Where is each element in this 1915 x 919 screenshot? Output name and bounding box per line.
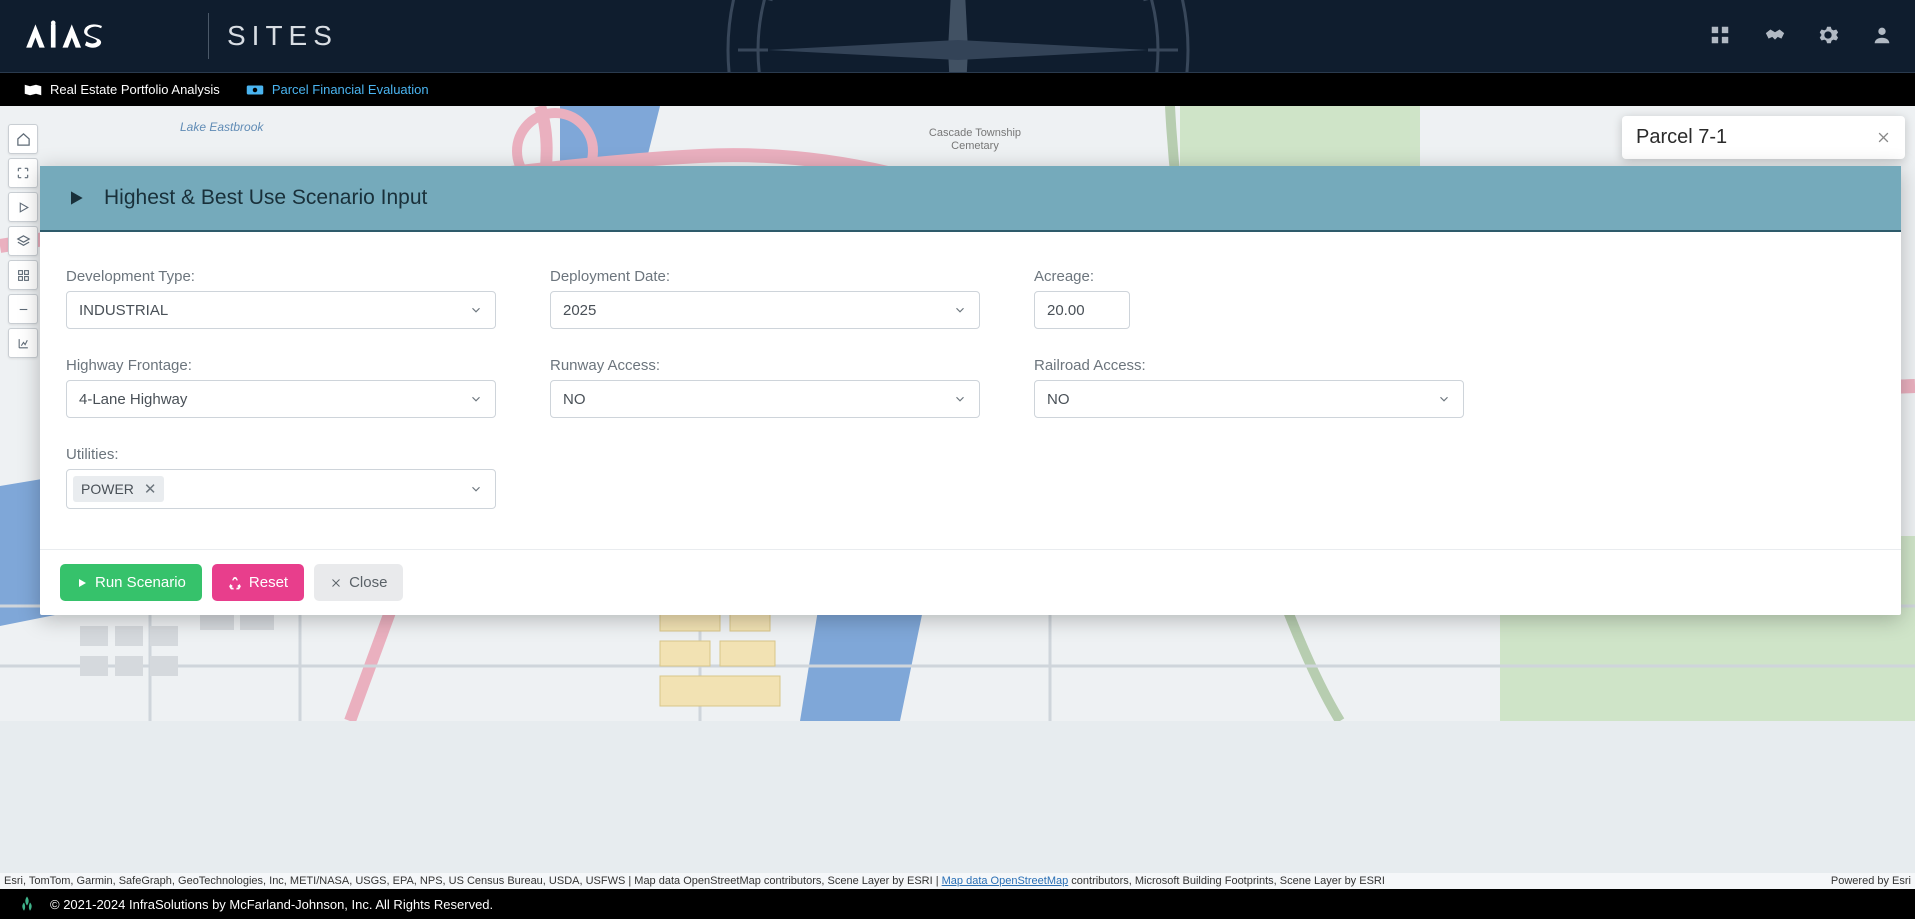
development-type-select[interactable]: INDUSTRIAL	[66, 291, 496, 329]
chevron-down-icon	[469, 303, 483, 317]
button-label: Close	[349, 574, 387, 591]
button-label: Run Scenario	[95, 574, 186, 591]
chart-button[interactable]	[8, 328, 38, 358]
utilities-tag: POWER ✕	[73, 476, 164, 502]
parcel-card: Parcel 7-1	[1622, 116, 1905, 159]
nav-label: Real Estate Portfolio Analysis	[50, 82, 220, 97]
label: Railroad Access:	[1034, 357, 1464, 374]
svg-text:Lake Eastbrook: Lake Eastbrook	[180, 120, 264, 134]
nav-label: Parcel Financial Evaluation	[272, 82, 429, 97]
logo-main	[20, 20, 190, 52]
acreage-input[interactable]: 20.00	[1034, 291, 1130, 329]
header-actions	[1709, 24, 1895, 48]
attribution-link[interactable]: Map data OpenStreetMap	[942, 875, 1069, 887]
logo-sub: SITES	[227, 20, 338, 52]
field-development-type: Development Type: INDUSTRIAL	[66, 268, 496, 329]
chevron-down-icon	[953, 392, 967, 406]
field-railroad-access: Railroad Access: NO	[1034, 357, 1464, 418]
footer-text: © 2021-2024 InfraSolutions by McFarland-…	[50, 897, 493, 912]
user-icon[interactable]	[1871, 24, 1895, 48]
minus-button[interactable]	[8, 294, 38, 324]
field-highway-frontage: Highway Frontage: 4-Lane Highway	[66, 357, 496, 418]
handshake-icon[interactable]	[1763, 24, 1787, 48]
utilities-select[interactable]: POWER ✕	[66, 469, 496, 509]
map-area[interactable]: Lake Eastbrook Cascade Township Cemetary…	[0, 106, 1915, 889]
label: Utilities:	[66, 446, 496, 463]
tag-label: POWER	[81, 481, 134, 497]
runway-access-select[interactable]: NO	[550, 380, 980, 418]
scenario-footer: Run Scenario Reset Close	[40, 549, 1901, 615]
scenario-header: Highest & Best Use Scenario Input	[40, 166, 1901, 232]
chevron-down-icon	[469, 392, 483, 406]
attribution-right: Powered by Esri	[1831, 875, 1911, 887]
scenario-body: Development Type: INDUSTRIAL Deployment …	[40, 232, 1901, 549]
svg-text:Cascade Township: Cascade Township	[929, 127, 1021, 139]
recycle-icon	[228, 576, 242, 590]
remove-tag-icon[interactable]: ✕	[144, 480, 157, 498]
field-runway-access: Runway Access: NO	[550, 357, 980, 418]
parcel-title: Parcel 7-1	[1636, 126, 1727, 149]
deployment-date-select[interactable]: 2025	[550, 291, 980, 329]
highway-frontage-select[interactable]: 4-Lane Highway	[66, 380, 496, 418]
grid-button[interactable]	[8, 260, 38, 290]
brand-separator	[208, 13, 209, 59]
app-header: SITES	[0, 0, 1915, 73]
map-tools	[8, 124, 38, 358]
nav-financial-evaluation[interactable]: Parcel Financial Evaluation	[246, 82, 429, 97]
svg-text:Cemetary: Cemetary	[951, 140, 999, 152]
play-icon	[76, 577, 88, 589]
label: Development Type:	[66, 268, 496, 285]
field-acreage: Acreage: 20.00	[1034, 268, 1130, 329]
apps-icon[interactable]	[1709, 24, 1733, 48]
compass-decoration	[708, 0, 1208, 73]
play-button[interactable]	[8, 192, 38, 222]
home-button[interactable]	[8, 124, 38, 154]
attribution-left: Esri, TomTom, Garmin, SafeGraph, GeoTech…	[4, 875, 1385, 887]
sub-nav: Real Estate Portfolio Analysis Parcel Fi…	[0, 73, 1915, 106]
label: Runway Access:	[550, 357, 980, 374]
brand: SITES	[20, 13, 338, 59]
close-icon	[330, 577, 342, 589]
label: Deployment Date:	[550, 268, 980, 285]
reset-button[interactable]: Reset	[212, 564, 304, 601]
close-button[interactable]: Close	[314, 564, 403, 601]
select-value: INDUSTRIAL	[79, 302, 168, 319]
select-value: NO	[563, 391, 586, 408]
input-value: 20.00	[1047, 302, 1085, 319]
select-value: 2025	[563, 302, 596, 319]
scenario-title: Highest & Best Use Scenario Input	[104, 186, 427, 210]
footer-logo-icon	[18, 895, 36, 913]
select-value: NO	[1047, 391, 1070, 408]
nav-portfolio-analysis[interactable]: Real Estate Portfolio Analysis	[24, 82, 220, 97]
chevron-down-icon	[469, 482, 483, 496]
select-value: 4-Lane Highway	[79, 391, 187, 408]
fullscreen-button[interactable]	[8, 158, 38, 188]
close-icon[interactable]	[1876, 130, 1891, 145]
run-scenario-button[interactable]: Run Scenario	[60, 564, 202, 601]
gear-icon[interactable]	[1817, 24, 1841, 48]
layers-button[interactable]	[8, 226, 38, 256]
play-icon	[66, 188, 86, 208]
chevron-down-icon	[1437, 392, 1451, 406]
scenario-panel: Highest & Best Use Scenario Input Develo…	[40, 166, 1901, 615]
map-attribution: Esri, TomTom, Garmin, SafeGraph, GeoTech…	[0, 873, 1915, 889]
chevron-down-icon	[953, 303, 967, 317]
app-footer: © 2021-2024 InfraSolutions by McFarland-…	[0, 889, 1915, 919]
field-utilities: Utilities: POWER ✕	[66, 446, 496, 509]
button-label: Reset	[249, 574, 288, 591]
railroad-access-select[interactable]: NO	[1034, 380, 1464, 418]
field-deployment-date: Deployment Date: 2025	[550, 268, 980, 329]
label: Highway Frontage:	[66, 357, 496, 374]
label: Acreage:	[1034, 268, 1130, 285]
